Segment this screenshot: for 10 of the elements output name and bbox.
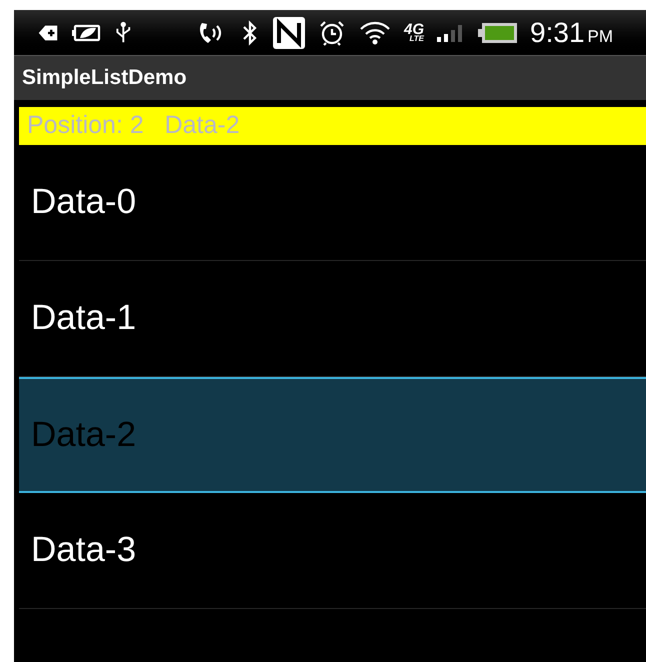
battery-icon: [478, 20, 518, 44]
banner-text: Position: 2 Data-2: [27, 110, 240, 142]
app-title: SimpleListDemo: [22, 65, 187, 92]
alarm-clock-icon: [318, 20, 346, 46]
list-item[interactable]: Data-3: [19, 493, 646, 609]
clock: 9:31 PM: [530, 18, 614, 46]
list-item[interactable]: Data-0: [19, 145, 646, 261]
wifi-icon: [358, 20, 392, 46]
network-type: 4G LTE: [404, 22, 424, 43]
nfc-icon: [272, 16, 306, 50]
